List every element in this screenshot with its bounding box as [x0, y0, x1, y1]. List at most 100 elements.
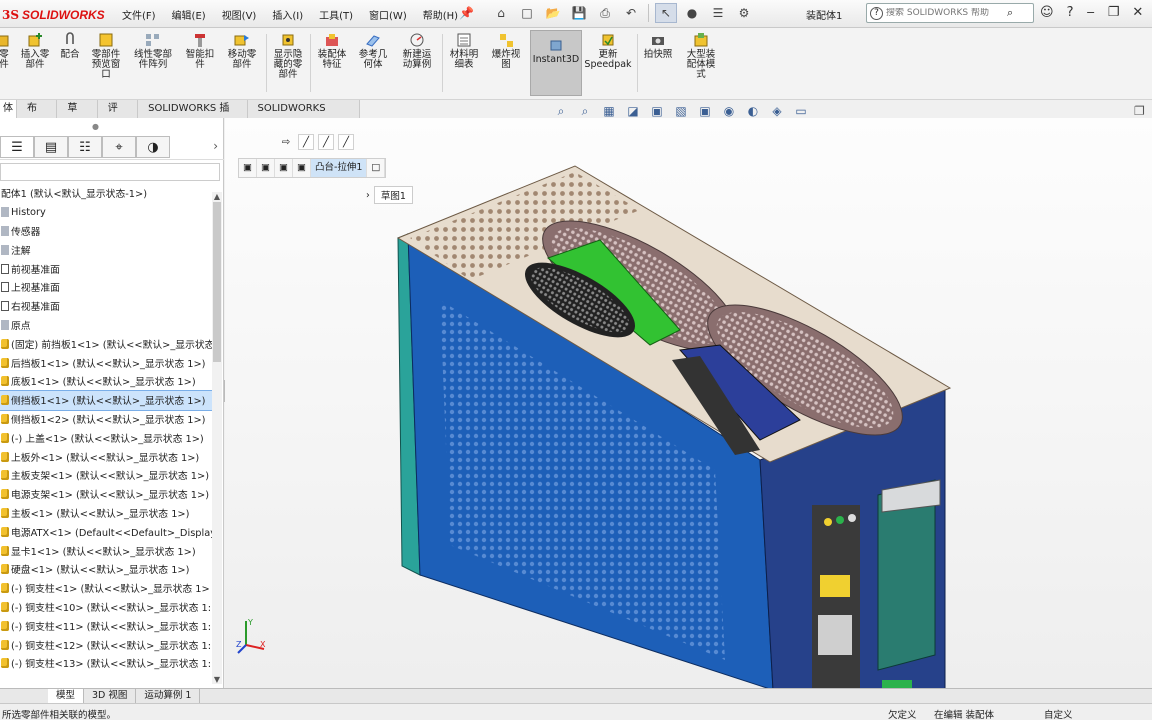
home-icon[interactable]: ⌂ — [490, 3, 512, 23]
tree-item[interactable]: 电源支架<1> (默认<<默认>_显示状态 1>) — [0, 485, 214, 504]
traffic-light-icon[interactable]: ● — [681, 3, 703, 23]
tree-item[interactable]: (-) 铜支柱<1> (默认<<默认>_显示状态 1> — [0, 579, 214, 598]
print-icon[interactable]: ⎙ — [594, 3, 616, 23]
breadcrumb-part-icon[interactable]: ▣ — [257, 159, 275, 177]
cmd-component-preview[interactable]: 零部件 预览窗 口 — [86, 32, 126, 80]
panel-grip-icon[interactable]: ● — [92, 122, 99, 131]
property-manager-tab-icon[interactable]: ▤ — [34, 136, 68, 158]
breadcrumb-feature-icon[interactable]: ▣ — [293, 159, 311, 177]
scroll-thumb[interactable] — [213, 202, 221, 362]
tab-3d-views[interactable]: 3D 视图 — [84, 689, 137, 703]
tree-item[interactable]: 主板<1> (默认<<默认>_显示状态 1>) — [0, 504, 214, 523]
tree-item[interactable]: 主板支架<1> (默认<<默认>_显示状态 1>) — [0, 466, 214, 485]
hide-show-icon[interactable]: ◉ — [721, 104, 737, 119]
cmd-show-hidden[interactable]: 显示隐 藏的零 部件 — [270, 32, 306, 80]
cmd-update-speedpak[interactable]: 更新 Speedpak — [584, 32, 632, 70]
tree-item[interactable]: (-) 铜支柱<13> (默认<<默认>_显示状态 1: — [0, 654, 214, 673]
zoom-to-fit-icon[interactable]: ⌕ — [553, 104, 569, 119]
status-units[interactable]: 自定义 — [1044, 707, 1073, 720]
breadcrumb-assembly-icon[interactable]: ▣ — [239, 159, 257, 177]
app-logo[interactable]: 3S SOLIDWORKS — [2, 6, 105, 24]
tree-item[interactable]: 注解 — [0, 240, 214, 259]
tree-filter-input[interactable] — [0, 163, 220, 181]
tab-layout[interactable]: 布局 — [17, 100, 58, 131]
file-props-icon[interactable]: ☰ — [707, 3, 729, 23]
tab-addins[interactable]: SOLIDWORKS 插件 — [138, 100, 248, 131]
breadcrumb-face-icon[interactable]: □ — [367, 159, 386, 177]
cmd-mate[interactable]: 配合 — [57, 32, 83, 60]
tree-item[interactable]: (-) 上盖<1> (默认<<默认>_显示状态 1>) — [0, 428, 214, 447]
tree-item[interactable]: 电源ATX<1> (Default<<Default>_Display — [0, 522, 214, 541]
section-view-icon[interactable]: ◪ — [625, 104, 641, 119]
display-style-icon[interactable]: ▣ — [697, 104, 713, 119]
cmd-large-assembly-mode[interactable]: 大型装 配体模 式 — [680, 32, 722, 80]
menu-edit[interactable]: 编辑(E) — [172, 7, 206, 22]
tree-item[interactable]: 显卡1<1> (默认<<默认>_显示状态 1>) — [0, 541, 214, 560]
tree-item[interactable]: 侧挡板1<2> (默认<<默认>_显示状态 1>) — [0, 410, 214, 429]
context-tool-icon[interactable]: ╱ — [338, 134, 354, 150]
tab-model[interactable]: 模型 — [48, 689, 85, 703]
cmd-linear-pattern[interactable]: 线性零部 件阵列 — [128, 32, 178, 70]
tree-item[interactable]: (-) 铜支柱<11> (默认<<默认>_显示状态 1: — [0, 616, 214, 635]
search-icon[interactable]: ⌕ — [1007, 6, 1013, 20]
undo-icon[interactable]: ↶ — [620, 3, 642, 23]
menu-file[interactable]: 文件(F) — [122, 7, 156, 22]
tree-item[interactable]: 上视基准面 — [0, 278, 214, 297]
help-icon[interactable]: ? — [1067, 5, 1074, 20]
context-tool-icon[interactable]: ╱ — [298, 134, 314, 150]
pin-icon[interactable]: 📌 — [459, 6, 474, 20]
breadcrumb-sketch[interactable]: 草图1 — [373, 186, 413, 204]
cmd-snapshot[interactable]: 拍快照 — [641, 32, 675, 60]
viewport-restore-icon[interactable]: ❐ — [1134, 104, 1145, 118]
user-icon[interactable]: ☺ — [1040, 5, 1054, 20]
tree-root[interactable]: 配体1 (默认<默认_显示状态-1>) — [0, 184, 214, 203]
tree-item[interactable]: 原点 — [0, 316, 214, 335]
scroll-down-icon[interactable]: ▼ — [212, 675, 222, 684]
cmd-edit-component[interactable]: 零 件 — [0, 32, 12, 70]
edit-appearance-icon[interactable]: ◐ — [745, 104, 761, 119]
menu-insert[interactable]: 插入(I) — [272, 7, 303, 22]
view-settings-icon[interactable]: ▭ — [793, 104, 809, 119]
chevron-right-icon[interactable]: › — [213, 139, 218, 153]
view-orientation-icon[interactable]: ▧ — [673, 104, 689, 119]
graphics-area[interactable] — [225, 118, 1152, 688]
tree-item[interactable]: 侧挡板1<1> (默认<<默认>_显示状态 1>) — [0, 389, 214, 411]
tree-item[interactable]: 传感器 — [0, 222, 214, 241]
cmd-new-motion-study[interactable]: 新建运 动算例 — [396, 32, 438, 70]
zoom-area-icon[interactable]: ⌕ — [577, 104, 593, 119]
menu-help[interactable]: 帮助(H) — [423, 7, 458, 22]
context-tool-icon[interactable]: ╱ — [318, 134, 334, 150]
dynamic-annotation-icon[interactable]: ▣ — [649, 104, 665, 119]
cmd-move-component[interactable]: 移动零 部件 — [222, 32, 262, 70]
menu-window[interactable]: 窗口(W) — [369, 7, 407, 22]
cmd-insert-component[interactable]: 插入零 部件 — [14, 32, 56, 70]
breadcrumb-body-icon[interactable]: ▣ — [275, 159, 293, 177]
tab-assembly[interactable]: 体 — [0, 100, 17, 118]
cmd-bill-of-materials[interactable]: 材料明 细表 — [445, 32, 483, 70]
configuration-tab-icon[interactable]: ☷ — [68, 136, 102, 158]
previous-view-icon[interactable]: ▦ — [601, 104, 617, 119]
tree-scrollbar[interactable]: ▲ ▼ — [212, 192, 222, 684]
tree-item[interactable]: 底板1<1> (默认<<默认>_显示状态 1>) — [0, 372, 214, 391]
cmd-reference-geometry[interactable]: 参考几 何体 — [354, 32, 392, 70]
save-icon[interactable]: 💾 — [568, 3, 590, 23]
restore-icon[interactable]: ❐ — [1108, 5, 1120, 20]
tree-item[interactable]: 上板外<1> (默认<<默认>_显示状态 1>) — [0, 447, 214, 466]
cmd-instant3d[interactable]: Instant3D — [530, 30, 582, 96]
help-search-input[interactable] — [886, 8, 1004, 18]
tab-mbd[interactable]: SOLIDWORKS MBD — [247, 100, 360, 131]
tree-item[interactable]: 前视基准面 — [0, 259, 214, 278]
open-icon[interactable]: 📂 — [542, 3, 564, 23]
tree-item[interactable]: 后挡板1<1> (默认<<默认>_显示状态 1>) — [0, 353, 214, 372]
apply-scene-icon[interactable]: ◈ — [769, 104, 785, 119]
cmd-exploded-view[interactable]: 爆炸视 图 — [486, 32, 526, 70]
breadcrumb-feature[interactable]: 凸台-拉伸1 — [310, 159, 368, 177]
select-icon[interactable]: ↖ — [655, 3, 677, 23]
model-view[interactable] — [225, 118, 1152, 688]
tree-item[interactable]: 右视基准面 — [0, 297, 214, 316]
tab-sketch[interactable]: 草图 — [57, 100, 98, 131]
cmd-assembly-features[interactable]: 装配体 特征 — [313, 32, 351, 70]
arrow-icon[interactable]: ⇨ — [278, 134, 294, 150]
tab-motion-study[interactable]: 运动算例 1 — [136, 689, 201, 703]
tree-item[interactable]: (-) 铜支柱<10> (默认<<默认>_显示状态 1: — [0, 598, 214, 617]
